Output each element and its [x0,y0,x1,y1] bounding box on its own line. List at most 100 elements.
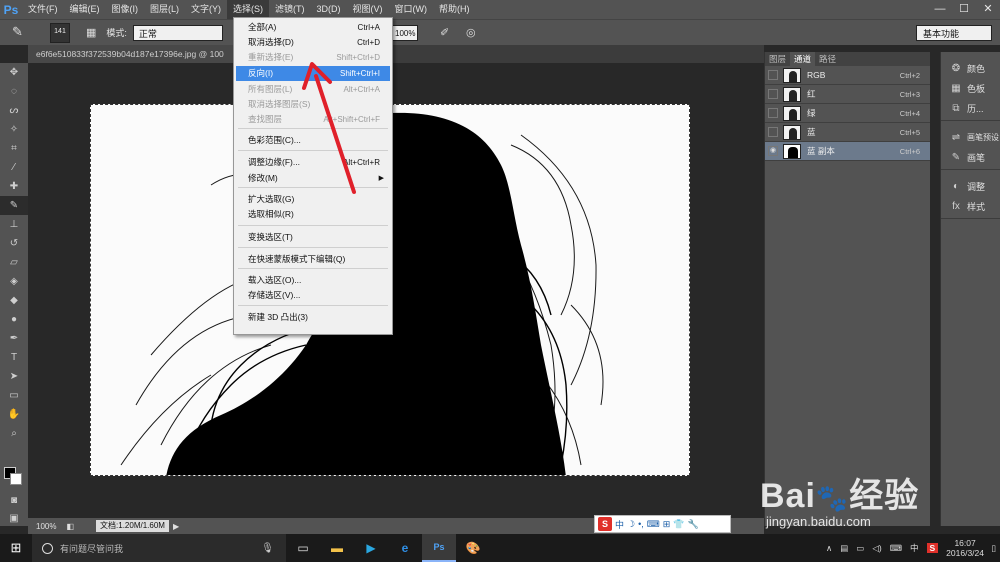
maximize-button[interactable]: ☐ [952,0,976,19]
panel-swatches[interactable]: ▦ 色板 [941,78,1000,98]
background-color-swatch[interactable] [10,473,22,485]
photoshop-taskbar-icon[interactable]: Ps [422,534,456,562]
windows-start-icon[interactable]: ⊞ [0,534,32,562]
network-icon[interactable]: ▤ [840,543,848,554]
ime-tools-icon[interactable]: 🔧 [688,519,699,530]
panel-history[interactable]: ⧉ 历... [941,98,1000,118]
blur-tool-icon[interactable]: ◆ [0,291,28,310]
edge-browser-icon[interactable]: e [388,534,422,562]
brush-size-picker[interactable]: 141 [50,22,70,43]
healing-tool-icon[interactable]: ✚ [0,177,28,196]
visibility-eye-icon[interactable] [768,127,778,137]
select-menu-item[interactable]: 调整边缘(F)... Alt+Ctrl+R [236,155,390,170]
input-lang[interactable]: 中 [910,542,919,554]
microphone-icon[interactable]: 🎙 [261,543,274,554]
brush-panel-icon[interactable]: ▦ [86,26,96,39]
zoom-tool-icon[interactable]: ⌕ [0,424,28,443]
sogou-tray-icon[interactable]: S [926,543,939,553]
panel-brush[interactable]: ✎ 画笔 [941,147,1000,167]
ime-skin-icon[interactable]: 👕 [673,519,684,530]
channel-row[interactable]: 绿 Ctrl+4 [765,104,930,123]
select-menu-item[interactable]: 存储选区(V)... [236,288,390,303]
select-menu-item[interactable]: 全部(A) Ctrl+A [236,20,390,35]
quick-mask-icon[interactable]: ◙ [0,491,28,510]
zoom-level[interactable]: 100% [36,522,56,531]
marquee-tool-icon[interactable]: ◌ [0,82,28,101]
close-button[interactable]: ✕ [976,0,1000,19]
brush-tool-icon[interactable]: ✎ [0,196,28,215]
select-menu-item[interactable]: 反向(I) Shift+Ctrl+I [236,66,390,81]
tab-channels[interactable]: 通道 [790,52,816,66]
opacity-select[interactable]: 100% [392,24,418,41]
channel-row[interactable]: ◉ 蓝 副本 Ctrl+6 [765,142,930,161]
file-explorer-icon[interactable]: ▬ [320,534,354,562]
hand-tool-icon[interactable]: ✋ [0,405,28,424]
channel-row[interactable]: RGB Ctrl+2 [765,66,930,85]
workspace-select[interactable]: 基本功能 [916,24,992,41]
visibility-eye-icon[interactable] [768,108,778,118]
select-menu-item[interactable]: 选取相似(R) [236,207,390,222]
select-menu-item[interactable]: 变换选区(T) [236,230,390,245]
eyedropper-tool-icon[interactable]: ⁄ [0,158,28,177]
volume-icon[interactable]: ◁) [872,543,881,554]
tray-expand-icon[interactable]: ∧ [826,543,832,554]
menu-item[interactable]: 图层(L) [144,0,185,19]
cortana-search[interactable]: 有问题尽管问我 🎙 [32,534,286,562]
select-menu-item[interactable]: 扩大选取(G) [236,192,390,207]
menu-item[interactable]: 窗口(W) [389,0,434,19]
select-menu-item[interactable]: 载入选区(O)... [236,273,390,288]
visibility-eye-icon[interactable]: ◉ [768,146,778,156]
canvas-area[interactable] [28,63,764,518]
select-menu-item[interactable]: 取消选择(D) Ctrl+D [236,35,390,50]
menu-item[interactable]: 文件(F) [22,0,64,19]
mode-select[interactable]: 正常 [132,24,223,41]
brush-tool-icon[interactable]: ✎ [12,24,23,40]
path-select-tool-icon[interactable]: ➤ [0,367,28,386]
ime-moon-icon[interactable]: ☽ [627,519,635,530]
status-expand-icon[interactable]: ▶ [173,522,179,531]
ime-keyboard-icon[interactable]: ⌨ [647,519,660,530]
pen-tool-icon[interactable]: ✒ [0,329,28,348]
select-menu-item[interactable]: 新建 3D 凸出(3) [236,310,390,325]
panel-brush-presets[interactable]: ⇌ 画笔预设 [941,127,1000,147]
task-view-icon[interactable]: ▭ [286,534,320,562]
panel-adjustments[interactable]: ◐ 调整 [941,176,1000,196]
clock[interactable]: 16:07 2016/3/24 [946,538,984,558]
menu-item[interactable]: 帮助(H) [433,0,476,19]
paint-app-icon[interactable]: 🎨 [456,534,490,562]
tab-paths[interactable]: 路径 [815,52,840,66]
ime-punct-icon[interactable]: •, [638,519,644,529]
type-tool-icon[interactable]: T [0,348,28,367]
channel-row[interactable]: 蓝 Ctrl+5 [765,123,930,142]
move-tool-icon[interactable]: ✥ [0,63,28,82]
paint-bucket-tool-icon[interactable]: ◈ [0,272,28,291]
visibility-eye-icon[interactable] [768,70,778,80]
pressure-icon[interactable]: ◎ [466,26,476,39]
dodge-tool-icon[interactable]: ● [0,310,28,329]
select-menu-item[interactable]: 修改(M) ▶ [236,171,390,186]
ime-lang[interactable]: 中 [615,518,624,531]
lasso-tool-icon[interactable]: ᔕ [0,101,28,120]
ime-grid-icon[interactable]: ⊞ [663,519,671,530]
tab-layers[interactable]: 图层 [765,52,790,66]
shape-tool-icon[interactable]: ▭ [0,386,28,405]
select-menu-item[interactable]: 在快速蒙版模式下编辑(Q) [236,252,390,267]
panel-styles[interactable]: fx 样式 [941,196,1000,216]
panel-color[interactable]: ❂ 颜色 [941,58,1000,78]
stamp-tool-icon[interactable]: ⊥ [0,215,28,234]
media-player-icon[interactable]: ▶ [354,534,388,562]
quick-select-tool-icon[interactable]: ✧ [0,120,28,139]
status-menu-icon[interactable]: ◧ [66,522,74,531]
crop-tool-icon[interactable]: ⌗ [0,139,28,158]
screen-mode-icon[interactable]: ▣ [0,509,28,528]
menu-item[interactable]: 图像(I) [106,0,145,19]
select-menu-item[interactable]: 色彩范围(C)... [236,133,390,148]
channel-row[interactable]: 红 Ctrl+3 [765,85,930,104]
eraser-tool-icon[interactable]: ▱ [0,253,28,272]
menu-item[interactable]: 编辑(E) [64,0,106,19]
battery-icon[interactable]: ▭ [856,543,864,554]
keyboard-tray-icon[interactable]: ⌨ [890,543,902,554]
document-tab[interactable]: e6f6e510833f372539b04d187e17396e.jpg @ 1… [28,45,238,63]
action-center-icon[interactable]: ▯ [991,543,996,554]
visibility-eye-icon[interactable] [768,89,778,99]
